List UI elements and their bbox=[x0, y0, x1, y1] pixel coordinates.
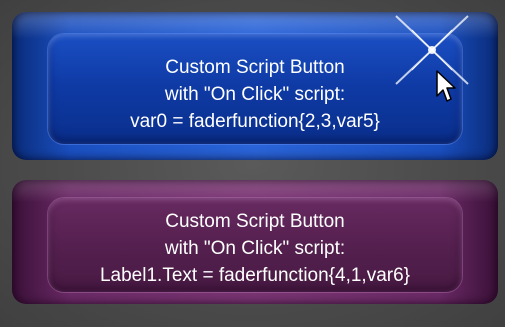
button-label-line-3: var0 = faderfunction{2,3,var5} bbox=[130, 111, 380, 132]
button-label-line-3: Label1.Text = faderfunction{4,1,var6} bbox=[99, 265, 411, 286]
button-label-line-1: Custom Script Button bbox=[165, 211, 345, 232]
button-label: Custom Script Button with "On Click" scr… bbox=[12, 208, 498, 289]
custom-script-button-purple[interactable]: Custom Script Button with "On Click" scr… bbox=[12, 180, 498, 304]
button-label-line-2: with "On Click" script: bbox=[164, 238, 346, 259]
mouse-pointer-icon bbox=[436, 70, 456, 102]
sparkle-icon bbox=[395, 15, 469, 85]
